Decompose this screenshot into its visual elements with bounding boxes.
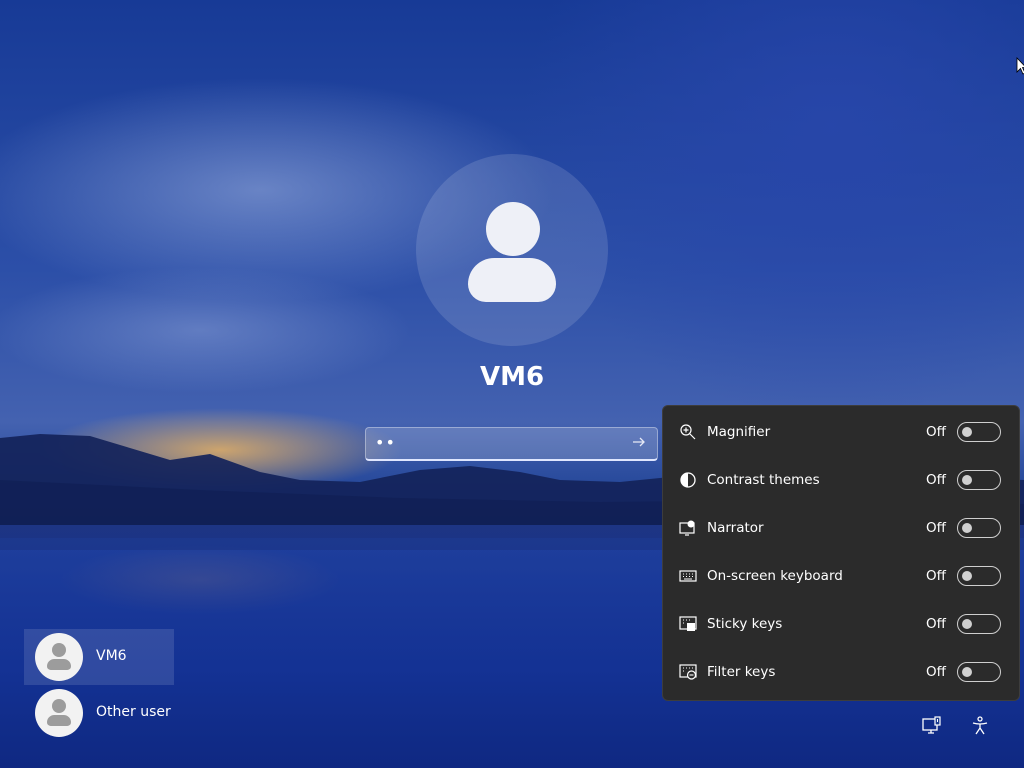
- password-mask: ••: [375, 433, 396, 452]
- accessibility-item-state: Off: [926, 616, 946, 632]
- narrator-toggle[interactable]: [957, 518, 1001, 538]
- user-list-item-vm6[interactable]: VM6: [24, 629, 174, 685]
- contrast-themes-toggle[interactable]: [957, 470, 1001, 490]
- user-list-item-other-user[interactable]: Other user: [24, 685, 174, 741]
- accessibility-item-label: Sticky keys: [707, 616, 783, 632]
- magnifier-icon: [679, 423, 697, 441]
- magnifier-toggle[interactable]: [957, 422, 1001, 442]
- accessibility-item-on-screen-keyboard[interactable]: On-screen keyboard Off: [663, 552, 1021, 600]
- user-list-label: VM6: [96, 648, 127, 664]
- accessibility-item-label: On-screen keyboard: [707, 568, 843, 584]
- accessibility-item-state: Off: [926, 664, 946, 680]
- submit-arrow-icon[interactable]: [629, 434, 649, 454]
- accessibility-item-label: Magnifier: [707, 424, 771, 440]
- accessibility-item-state: Off: [926, 472, 946, 488]
- accessibility-item-sticky-keys[interactable]: Sticky keys Off: [663, 600, 1021, 648]
- user-list-label: Other user: [96, 704, 171, 720]
- accessibility-item-label: Contrast themes: [707, 472, 820, 488]
- mouse-cursor-icon: [1016, 56, 1024, 79]
- username-label: VM6: [479, 362, 545, 392]
- accessibility-item-state: Off: [926, 424, 946, 440]
- narrator-icon: [679, 519, 697, 537]
- avatar: [35, 633, 83, 681]
- accessibility-item-state: Off: [926, 520, 946, 536]
- accessibility-item-filter-keys[interactable]: Filter keys Off: [663, 648, 1021, 696]
- keyboard-icon: [679, 567, 697, 585]
- password-field[interactable]: ••: [365, 427, 658, 461]
- sticky-keys-toggle[interactable]: [957, 614, 1001, 634]
- on-screen-keyboard-toggle[interactable]: [957, 566, 1001, 586]
- accessibility-flyout: Magnifier Off Contrast themes Off Narrat…: [662, 405, 1020, 701]
- user-avatar: [416, 154, 608, 346]
- avatar: [35, 689, 83, 737]
- accessibility-item-label: Narrator: [707, 520, 764, 536]
- sticky-keys-icon: [679, 615, 697, 633]
- accessibility-icon[interactable]: [968, 714, 992, 738]
- network-icon[interactable]: [920, 714, 944, 738]
- accessibility-item-label: Filter keys: [707, 664, 776, 680]
- accessibility-item-state: Off: [926, 568, 946, 584]
- filter-keys-toggle[interactable]: [957, 662, 1001, 682]
- accessibility-item-magnifier[interactable]: Magnifier Off: [663, 408, 1021, 456]
- filter-keys-icon: [679, 663, 697, 681]
- accessibility-item-contrast-themes[interactable]: Contrast themes Off: [663, 456, 1021, 504]
- contrast-icon: [679, 471, 697, 489]
- accessibility-item-narrator[interactable]: Narrator Off: [663, 504, 1021, 552]
